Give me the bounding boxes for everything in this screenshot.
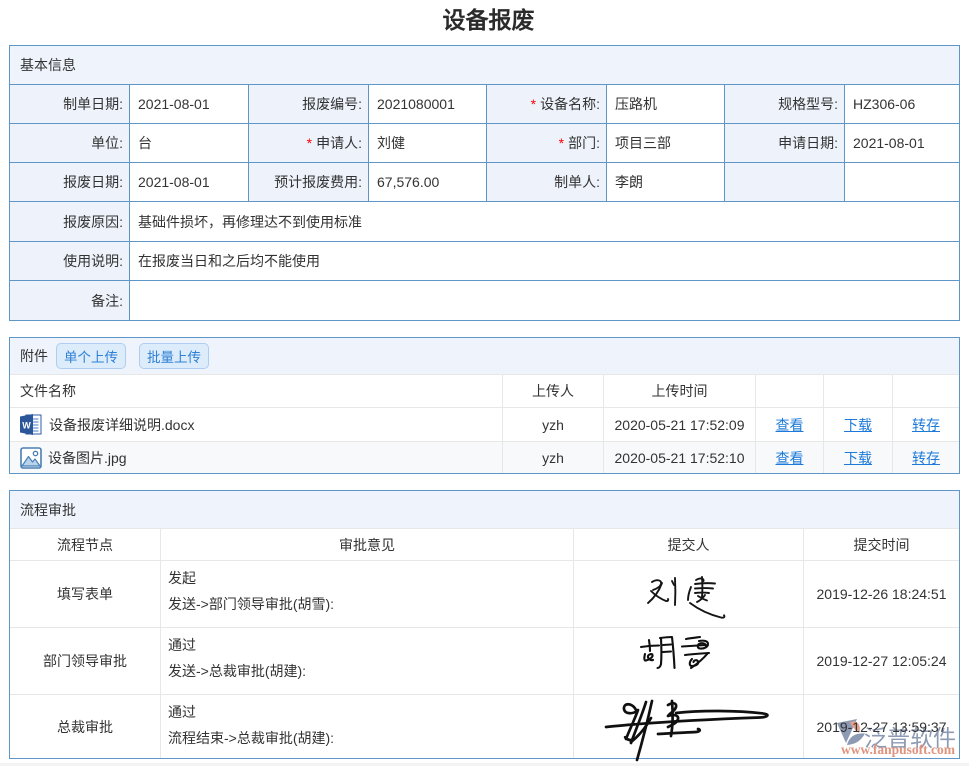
svg-text:W: W [22,421,31,431]
